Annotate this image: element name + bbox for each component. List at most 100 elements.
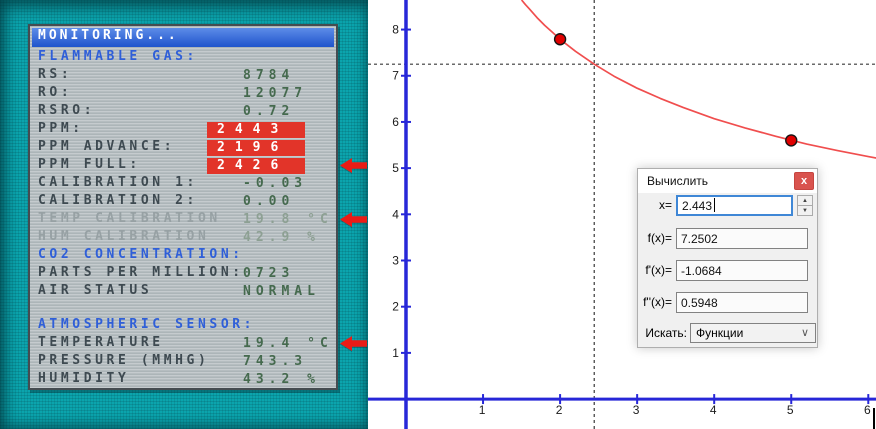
x-axis-tick-label: 4 xyxy=(710,403,717,417)
lcd-photo: MONITORING... FLAMMABLE GAS: RS: 8784 RO: 12… xyxy=(0,0,368,429)
lcd-row-label: CO2 CONCENTRATION: xyxy=(38,247,244,262)
lcd-row-value: NORMAL xyxy=(243,284,320,299)
lcd-row-blank xyxy=(30,301,336,317)
lcd-row-label: FLAMMABLE GAS: xyxy=(38,49,198,64)
y-axis-tick-label: 3 xyxy=(392,254,399,268)
lcd-row-normal: RO: 12077 xyxy=(30,85,336,103)
lcd-row-label: CALIBRATION 2: xyxy=(38,193,198,208)
y-axis-tick-label: 4 xyxy=(392,207,399,221)
search-mode-value: Функции xyxy=(696,326,744,340)
lcd-row-section: FLAMMABLE GAS: xyxy=(30,49,336,67)
lcd-row-alert: PPM FULL: 2426 xyxy=(30,157,367,175)
lcd-row-alert: PPM ADVANCE: 2196 xyxy=(30,139,336,157)
curve-point[interactable] xyxy=(785,134,798,147)
x-axis-tick-label: 5 xyxy=(787,403,794,417)
lcd-row-value: 19.8 °C xyxy=(243,212,333,227)
lcd-row-label: RS: xyxy=(38,67,73,82)
x-axis-tick-label: 2 xyxy=(556,403,563,417)
lcd-row-label: PPM: xyxy=(38,121,84,136)
screenshot-root: MONITORING... FLAMMABLE GAS: RS: 8784 RO: 12… xyxy=(0,0,876,429)
lcd-row-dim: TEMP CALIBRATION 19.8 °C xyxy=(30,211,367,229)
lcd-row-label: AIR STATUS xyxy=(38,283,153,298)
monitoring-panel-title: MONITORING... xyxy=(32,28,334,47)
lcd-row-value: 2443 xyxy=(207,122,305,138)
lcd-row-dim: HUM CALIBRATION 42.9 % xyxy=(30,229,336,247)
spinner-down-icon: ▼ xyxy=(802,207,808,214)
close-icon: x xyxy=(800,174,808,187)
lcd-row-section: CO2 CONCENTRATION: xyxy=(30,247,336,265)
lcd-row-normal: RSRO: 0.72 xyxy=(30,103,336,121)
fprime-output[interactable] xyxy=(676,260,808,281)
lcd-row-normal: RS: 8784 xyxy=(30,67,336,85)
lcd-row-alert: PPM: 2443 xyxy=(30,121,336,139)
x-axis-tick-label: 3 xyxy=(633,403,640,417)
y-axis-tick-label: 8 xyxy=(392,23,399,37)
x-field-label: x= xyxy=(658,198,672,212)
fdoubleprime-output[interactable] xyxy=(676,292,808,313)
lcd-row-normal: HUMIDITY 43.2 % xyxy=(30,371,336,389)
lcd-row-value: 0723 xyxy=(243,266,295,281)
x-input[interactable] xyxy=(676,195,793,216)
dialog-title: Вычислить xyxy=(647,174,709,188)
lcd-row-label: PPM FULL: xyxy=(38,157,141,172)
y-axis-tick-label: 5 xyxy=(392,161,399,175)
lcd-row-label: TEMP CALIBRATION xyxy=(38,211,221,226)
lcd-row-normal: TEMPERATURE 19.4 °C xyxy=(30,335,367,353)
spinner-down-button[interactable]: ▼ xyxy=(797,205,813,216)
y-axis-tick-label: 7 xyxy=(392,69,399,83)
lcd-row-normal: AIR STATUS NORMAL xyxy=(30,283,336,301)
lcd-row-label: HUM CALIBRATION xyxy=(38,229,210,244)
fdoubleprime-field-label: f''(x)= xyxy=(643,295,672,309)
search-mode-label: Искать: xyxy=(645,326,687,340)
lcd-row-value: 743.3 xyxy=(243,354,308,369)
lcd-row-value: 2196 xyxy=(207,140,305,156)
lcd-row-label: ATMOSPHERIC SENSOR: xyxy=(38,317,256,332)
lcd-row-normal: CALIBRATION 1: -0.03 xyxy=(30,175,336,193)
lcd-row-value: 43.2 % xyxy=(243,372,320,387)
lcd-row-normal: PRESSURE (MMHG) 743.3 xyxy=(30,353,336,371)
dialog-titlebar[interactable]: Вычислить x xyxy=(638,169,817,193)
caret-mark xyxy=(873,408,875,429)
monitoring-rows: FLAMMABLE GAS: RS: 8784 RO: 12077 RSRO: 0.72 PP… xyxy=(30,49,367,389)
fprime-field-label: f'(x)= xyxy=(645,263,672,277)
fx-field-label: f(x)= xyxy=(647,231,672,245)
alert-arrow-icon xyxy=(340,336,367,351)
function-curve xyxy=(520,0,876,159)
lcd-row-value: 19.4 °C xyxy=(243,336,333,351)
chevron-down-icon: ∨ xyxy=(800,327,809,339)
lcd-row-value: 12077 xyxy=(243,86,308,101)
spinner-up-icon: ▲ xyxy=(802,197,808,204)
lcd-row-label: HUMIDITY xyxy=(38,371,130,386)
spinner-up-button[interactable]: ▲ xyxy=(797,195,813,205)
lcd-row-value: 42.9 % xyxy=(243,230,320,245)
y-axis-tick-label: 1 xyxy=(392,346,399,360)
lcd-row-label: RSRO: xyxy=(38,103,96,118)
calculate-dialog: Вычислить x x= ▲ ▼ f(x)= f'(x)= f''(x)= … xyxy=(637,168,818,348)
alert-arrow-icon xyxy=(340,212,367,227)
lcd-row-value: 8784 xyxy=(243,68,295,83)
lcd-row-label: PPM ADVANCE: xyxy=(38,139,176,154)
lcd-row-label: CALIBRATION 1: xyxy=(38,175,198,190)
y-axis-tick-label: 6 xyxy=(392,115,399,129)
x-axis-tick-label: 1 xyxy=(479,403,486,417)
y-axis-tick-label: 2 xyxy=(392,300,399,314)
lcd-row-value: 2426 xyxy=(207,158,305,174)
search-mode-select[interactable]: Функции ∨ xyxy=(690,323,816,343)
curve-point[interactable] xyxy=(553,33,567,46)
lcd-row-label: PRESSURE (MMHG) xyxy=(38,353,210,368)
text-caret xyxy=(714,198,715,212)
lcd-row-label: RO: xyxy=(38,85,73,100)
lcd-row-value: 0.00 xyxy=(243,194,295,209)
lcd-row-normal: PARTS PER MILLION: 0723 xyxy=(30,265,336,283)
monitoring-panel: MONITORING... FLAMMABLE GAS: RS: 8784 RO: 12… xyxy=(28,24,367,390)
lcd-row-section: ATMOSPHERIC SENSOR: xyxy=(30,317,336,335)
x-axis-tick-label: 6 xyxy=(864,403,871,417)
alert-arrow-icon xyxy=(340,158,367,173)
lcd-row-normal: CALIBRATION 2: 0.00 xyxy=(30,193,336,211)
fx-output[interactable] xyxy=(676,228,808,249)
lcd-row-value: -0.03 xyxy=(243,176,308,191)
dialog-close-button[interactable]: x xyxy=(794,172,814,190)
lcd-row-label: TEMPERATURE xyxy=(38,335,164,350)
lcd-row-value: 0.72 xyxy=(243,104,295,119)
x-spinner: ▲ ▼ xyxy=(797,195,813,216)
